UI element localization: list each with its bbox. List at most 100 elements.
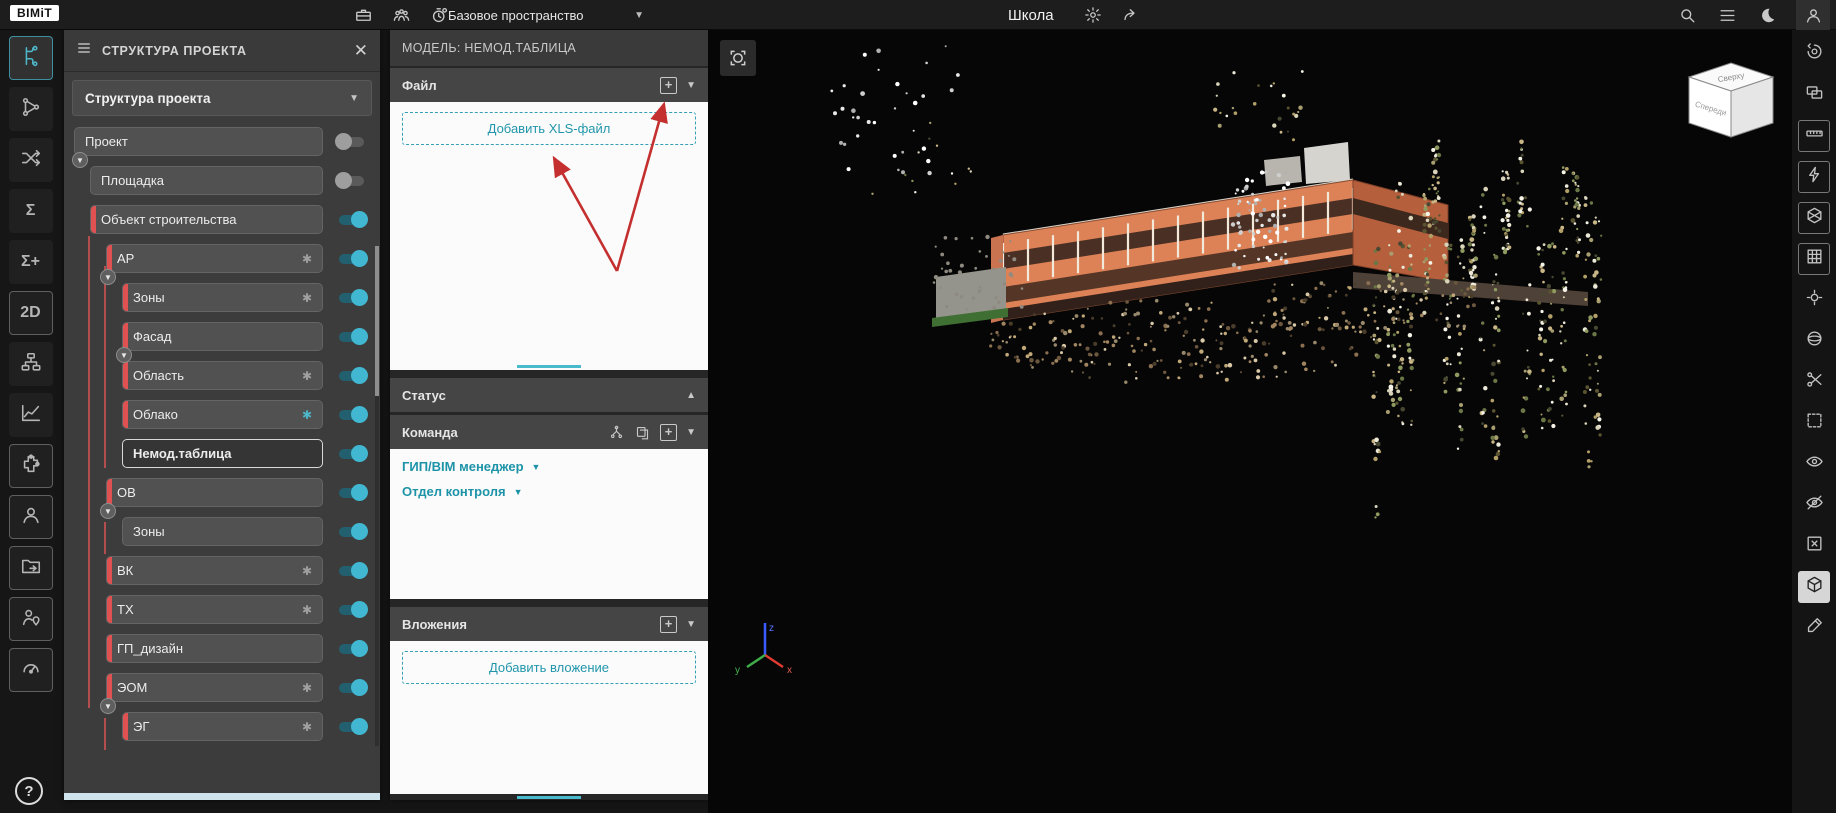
clear-box-tool[interactable] (1798, 530, 1830, 562)
tree-item[interactable]: Зоны (122, 517, 323, 546)
visibility-toggle[interactable] (335, 564, 368, 578)
tree-item[interactable]: ЭГ✱ (122, 712, 323, 741)
cut-tool[interactable] (1798, 366, 1830, 398)
file-section-header[interactable]: Файл + ▼ (390, 68, 708, 102)
expand-toggle-icon[interactable]: ▼ (100, 503, 116, 519)
expand-toggle-icon[interactable]: ▼ (72, 152, 88, 168)
tree-item[interactable]: Площадка (90, 166, 323, 195)
toolbox-icon[interactable] (352, 4, 374, 26)
chevron-down-icon[interactable]: ▼ (686, 619, 696, 630)
team-role-dropdown[interactable]: Отдел контроля▼ (402, 484, 696, 499)
close-icon[interactable]: ✕ (354, 42, 368, 59)
team-role-dropdown[interactable]: ГИП/BIM менеджер▼ (402, 459, 696, 474)
person-tool[interactable] (9, 495, 53, 539)
puzzle-tool[interactable] (9, 444, 53, 488)
structure-panel-hscrollbar[interactable] (64, 793, 380, 800)
bimit-logo[interactable]: BIMiT (10, 5, 59, 21)
assign-icon[interactable] (608, 424, 625, 441)
help-button[interactable]: ? (15, 777, 43, 805)
region-tool[interactable] (1798, 407, 1830, 439)
navigation-cube[interactable]: Сверху Спереди (1689, 63, 1773, 137)
expand-toggle-icon[interactable]: ▼ (100, 698, 116, 714)
tree-item[interactable]: Фасад (122, 322, 323, 351)
tree-scrollbar[interactable] (375, 246, 379, 746)
visibility-toggle[interactable] (335, 330, 368, 344)
gauge-tool[interactable] (9, 648, 53, 692)
visibility-toggle[interactable] (335, 291, 368, 305)
gear-icon[interactable] (1082, 4, 1104, 26)
eye-off-tool[interactable] (1798, 489, 1830, 521)
add-xls-file-button[interactable]: Добавить XLS-файл (402, 112, 696, 145)
tree-item[interactable]: ТХ✱ (106, 595, 323, 624)
chart-tool[interactable] (9, 393, 53, 437)
mode-2d-tool[interactable]: 2D (9, 291, 53, 335)
visibility-toggle[interactable] (335, 486, 368, 500)
person-pin-tool[interactable] (9, 597, 53, 641)
sphere-tool[interactable] (1798, 325, 1830, 357)
list-icon[interactable] (1716, 4, 1738, 26)
team-section-header[interactable]: Команда + ▼ (390, 415, 708, 449)
tree-item[interactable]: АР✱ (106, 244, 323, 273)
visibility-toggle[interactable] (335, 213, 368, 227)
copy-icon[interactable] (634, 424, 651, 441)
tree-item[interactable]: ВК✱ (106, 556, 323, 585)
tree-item[interactable]: Зоны✱ (122, 283, 323, 312)
brush-tool[interactable] (1798, 612, 1830, 644)
status-section-header[interactable]: Статус ▲ (390, 378, 708, 412)
visibility-toggle[interactable] (335, 720, 368, 734)
visibility-toggle[interactable] (335, 447, 368, 461)
expand-toggle-icon[interactable]: ▼ (116, 347, 132, 363)
viewport-focus-button[interactable] (720, 40, 756, 76)
visibility-toggle[interactable] (335, 174, 368, 188)
attachments-section-header[interactable]: Вложения + ▼ (390, 607, 708, 641)
visibility-toggle[interactable] (335, 603, 368, 617)
orbit-tool[interactable] (1798, 38, 1830, 70)
chevron-down-icon[interactable]: ▼ (686, 427, 696, 438)
sigma-plus-tool[interactable]: Σ+ (9, 240, 53, 284)
moon-icon[interactable] (1756, 4, 1778, 26)
add-file-button[interactable]: + (660, 77, 677, 94)
lightning-tool[interactable] (1798, 161, 1830, 193)
visibility-toggle[interactable] (335, 252, 368, 266)
tree-item[interactable]: Объект строительства (90, 205, 323, 234)
structure-tool[interactable] (9, 36, 53, 80)
visibility-toggle[interactable] (335, 135, 368, 149)
chevron-down-icon[interactable]: ▼ (686, 80, 696, 91)
screens-tool[interactable] (1798, 79, 1830, 111)
sigma-tool[interactable]: Σ (9, 189, 53, 233)
team-icon[interactable] (390, 4, 412, 26)
cube-tool[interactable] (1798, 571, 1830, 603)
share-icon[interactable] (1120, 4, 1142, 26)
section-tool[interactable] (1798, 202, 1830, 234)
tree-item[interactable]: ОВ (106, 478, 323, 507)
grid-tool[interactable] (1798, 243, 1830, 275)
visibility-toggle[interactable] (335, 525, 368, 539)
visibility-toggle[interactable] (335, 408, 368, 422)
visibility-toggle[interactable] (335, 681, 368, 695)
add-team-member-button[interactable]: + (660, 424, 677, 441)
expand-toggle-icon[interactable]: ▼ (100, 269, 116, 285)
timer-icon[interactable] (428, 4, 450, 26)
focus-tool[interactable] (1798, 284, 1830, 316)
search-icon[interactable] (1676, 4, 1698, 26)
visibility-toggle[interactable] (335, 642, 368, 656)
tree-item[interactable]: ГП_дизайн (106, 634, 323, 663)
tree-scrollbar-thumb[interactable] (375, 246, 379, 396)
tree-item[interactable]: Область✱ (122, 361, 323, 390)
folder-share-tool[interactable] (9, 546, 53, 590)
workspace-selector[interactable]: Базовое пространство ▼ (448, 0, 644, 30)
tree-item[interactable]: ЭОМ✱ (106, 673, 323, 702)
user-icon[interactable] (1796, 0, 1830, 30)
shuffle-tool[interactable] (9, 138, 53, 182)
nodes-tool[interactable] (9, 87, 53, 131)
3d-scene[interactable]: Сверху Спереди z x y (708, 30, 1792, 813)
hierarchy-tool[interactable] (9, 342, 53, 386)
eye-tool[interactable] (1798, 448, 1830, 480)
visibility-toggle[interactable] (335, 369, 368, 383)
add-attachment-button[interactable]: + (660, 616, 677, 633)
tree-item[interactable]: Облако✱ (122, 400, 323, 429)
structure-view-selector[interactable]: Структура проекта ▼ (72, 80, 372, 116)
add-attachment-dropzone[interactable]: Добавить вложение (402, 651, 696, 684)
tree-item[interactable]: Немод.таблица (122, 439, 323, 468)
chevron-up-icon[interactable]: ▲ (686, 390, 696, 401)
